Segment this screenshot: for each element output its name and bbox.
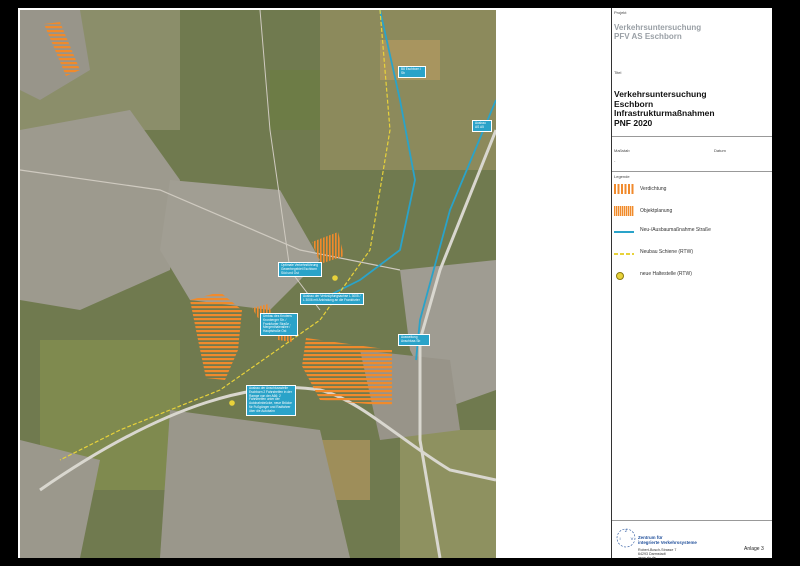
massstab-value: - [614, 158, 616, 163]
aerial-map[interactable]: B8 Eschborn / Sb Ausbau AS A5 Optimale V… [20, 10, 496, 558]
aerial-map-graphics [20, 10, 496, 558]
ziv-logo-icon: Z I V [616, 528, 636, 548]
logo-letter-z: Z [625, 528, 628, 533]
divider [612, 171, 772, 172]
legend-item-verdichtung: Verdichtung [612, 182, 770, 200]
project-line-1: Verkehrsuntersuchung [614, 23, 702, 32]
organization-address: Robert-Bosch-Strasse 7 64293 Darmstadt w… [638, 548, 676, 560]
blue-line-icon [614, 231, 634, 233]
yellow-dashed-line-icon [614, 253, 634, 255]
legend-label: Neubau Schiene (RTW) [640, 249, 693, 255]
callout-e: Umbau des Knotens Kronberger Str. / Fran… [260, 313, 298, 336]
rtw-stop [229, 400, 235, 406]
projekt-label: Projekt [614, 10, 627, 15]
logo-letter-i: I [619, 536, 620, 541]
orange-hatch-icon [614, 206, 634, 216]
legend-item-objektplanung: Objektplanung [612, 204, 770, 222]
legend-label: Neu-/Ausbaumaßnahme Straße [640, 227, 711, 233]
legend-label: Objektplanung [640, 208, 673, 214]
field-patch [400, 430, 496, 558]
legend-label: neue Haltestelle (RTW) [640, 271, 692, 277]
drawing-title: Verkehrsuntersuchung Eschborn Infrastruk… [614, 89, 715, 128]
divider [612, 520, 772, 521]
orange-stripes-icon [614, 184, 634, 194]
legend-label: Verdichtung [640, 186, 667, 192]
logo-letter-v: V [631, 536, 634, 541]
callout-d: Ausbau der Verknüpfungsachse L 3005 / L … [300, 293, 364, 305]
legend-item-haltestelle: neue Haltestelle (RTW) [612, 270, 770, 288]
title-block-panel: Projekt Verkehrsuntersuchung PFV AS Esch… [611, 8, 772, 560]
org-line-2: integrierte Verkehrssysteme [638, 540, 697, 545]
divider [612, 136, 772, 137]
legend-item-schiene: Neubau Schiene (RTW) [612, 248, 770, 266]
callout-b: Ausbau AS A5 [472, 120, 492, 132]
addr-line-3: www.ziv.de [638, 556, 656, 560]
field-patch [270, 70, 320, 130]
organization-name: Zentrum für integrierte Verkehrssysteme [638, 535, 697, 545]
massstab-label: Maßstab [614, 148, 630, 153]
callout-a: B8 Eschborn / Sb [398, 66, 426, 78]
project-title: Verkehrsuntersuchung PFV AS Eschborn [614, 23, 701, 41]
callout-c: Optimale Verkehrsführung Gewerbegebiet E… [278, 262, 322, 278]
callout-f: Ausbau der Anschlussstelle Eschborn 2 Fa… [246, 385, 296, 416]
project-line-2: PFV AS Eschborn [614, 32, 682, 41]
callout-g: Ausweitung Anschluss Sb [398, 334, 430, 346]
rtw-stop [332, 275, 338, 281]
datum-label: Datum [714, 148, 726, 153]
anlage-number: Anlage 3 [744, 546, 764, 552]
titel-label: Titel [614, 70, 622, 75]
title-line-4: PNF 2020 [614, 117, 653, 128]
legend-item-strasse: Neu-/Ausbaumaßnahme Straße [612, 226, 770, 244]
legende-label: Legende [614, 174, 630, 179]
yellow-dot-icon [616, 272, 624, 280]
